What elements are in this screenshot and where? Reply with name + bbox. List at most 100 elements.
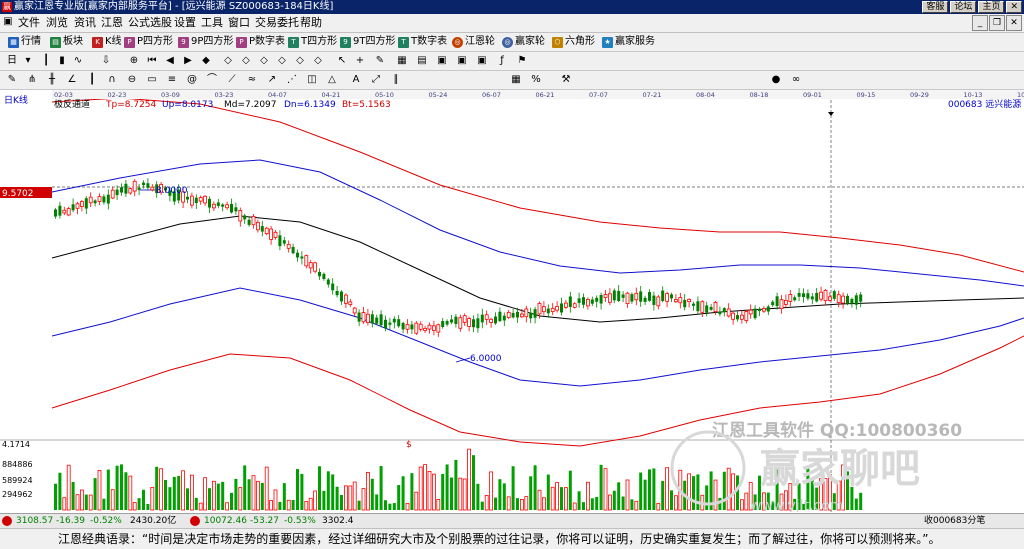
candle-body-up [506, 312, 511, 318]
angle-icon[interactable]: ∠ [66, 74, 78, 86]
table-icon[interactable]: ▦ [510, 74, 522, 86]
tb-kline[interactable]: K K线 [92, 35, 122, 49]
home-button[interactable]: 主页 [978, 1, 1005, 13]
tb-p-square[interactable]: P P四方形 [124, 35, 173, 49]
ruler-icon[interactable]: ┃ [86, 74, 98, 86]
cursor-icon[interactable]: ↖ [336, 55, 348, 67]
volume-bar-up [665, 467, 669, 511]
spiral-icon[interactable]: @ [186, 74, 198, 86]
channel-icon[interactable]: ╫ [46, 74, 58, 86]
close-icon[interactable]: ✕ [1006, 1, 1022, 13]
volume-bar-down [71, 481, 75, 510]
tb-hexagon[interactable]: ⬡ 六角形 [552, 35, 595, 49]
measure-icon[interactable]: ⤢ [370, 74, 382, 86]
menu-browse[interactable]: 浏览 [46, 16, 68, 30]
arc-icon[interactable]: ⌒ [206, 74, 218, 86]
volume-bar-up [225, 502, 230, 511]
yellow-diamond-4-icon[interactable]: ◇ [276, 55, 288, 67]
candle-icon[interactable]: ▮ [56, 55, 68, 67]
menu-tools[interactable]: 工具 [201, 16, 223, 30]
ellipse-icon[interactable]: ⊖ [126, 74, 138, 86]
yellow-diamond-1-icon[interactable]: ◇ [222, 55, 234, 67]
fx-icon[interactable]: ƒ [496, 55, 508, 67]
yellow-diamond-5-icon[interactable]: ◇ [294, 55, 306, 67]
menu-formula[interactable]: 公式选股 [128, 16, 172, 30]
line-icon[interactable]: ∿ [72, 55, 84, 67]
infinity-icon[interactable]: ∞ [790, 74, 802, 86]
zoom-icon[interactable]: ⊕ [128, 55, 140, 67]
volume-bar-up [555, 482, 559, 511]
tb-winner-wheel[interactable]: ◎ 赢家轮 [502, 35, 545, 49]
candle-body-up [625, 292, 630, 305]
fib-icon[interactable]: ≡ [166, 74, 178, 86]
candle-body-up [656, 296, 661, 307]
candle-body-up [414, 322, 419, 334]
parallel-icon[interactable]: ∥ [390, 74, 402, 86]
box-icon[interactable]: ▭ [146, 74, 158, 86]
menu-gann[interactable]: 江恩 [101, 16, 123, 30]
menu-info[interactable]: 资讯 [74, 16, 96, 30]
service-button[interactable]: 客服 [922, 1, 949, 13]
minimize-icon[interactable]: _ [972, 15, 988, 31]
forum-button[interactable]: 论坛 [950, 1, 977, 13]
chart-icon[interactable]: ▤ [416, 55, 428, 67]
menu-help[interactable]: 帮助 [300, 16, 322, 30]
print-icon[interactable]: ▣ [456, 55, 468, 67]
tool-icon[interactable]: ⚒ [560, 74, 572, 86]
edit-icon[interactable]: ✎ [6, 74, 18, 86]
volume-bar-down [322, 490, 326, 510]
speed-icon[interactable]: ⟋ [226, 74, 238, 86]
save-icon[interactable]: ▣ [436, 55, 448, 67]
menu-trade[interactable]: 交易委托 [255, 16, 299, 30]
restore-icon[interactable]: ❐ [989, 15, 1005, 31]
candle-body-down [692, 303, 695, 306]
export-icon[interactable]: ▣ [476, 55, 488, 67]
pen-icon[interactable]: ✎ [374, 55, 386, 67]
prev-icon[interactable]: ◀ [164, 55, 176, 67]
dropdown-icon[interactable]: ▾ [22, 55, 34, 67]
text-icon[interactable]: A [350, 74, 362, 86]
kline-chart[interactable]: 江恩工具软件 QQ:100800360 赢家聊吧 www.yjlt.com 日K… [0, 90, 1024, 514]
menu-settings[interactable]: 设置 [174, 16, 196, 30]
close-child-icon[interactable]: ✕ [1006, 15, 1022, 31]
bar-icon[interactable]: ┃ [40, 55, 52, 67]
percent-icon[interactable]: % [530, 74, 542, 86]
tb-t-numtable[interactable]: T T数字表 [398, 35, 447, 49]
kline-chart-svg[interactable]: 江恩工具软件 QQ:100800360 赢家聊吧 www.yjlt.com 日K… [0, 90, 1024, 514]
square-icon[interactable]: ◫ [306, 74, 318, 86]
wave-icon[interactable]: ≈ [246, 74, 258, 86]
first-icon[interactable]: ⏮ [146, 55, 158, 67]
arrow-down-icon[interactable]: ⇩ [100, 55, 112, 67]
tb-gann-wheel[interactable]: ◎ 江恩轮 [452, 35, 495, 49]
period-icon[interactable]: 日 [6, 55, 18, 67]
crosshair-icon[interactable]: + [354, 55, 366, 67]
menu-file[interactable]: 文件 [18, 16, 40, 30]
next-icon[interactable]: ▶ [182, 55, 194, 67]
tb-p-numtable[interactable]: P P数字表 [236, 35, 285, 49]
volume-bar-up [687, 473, 691, 511]
fan-icon[interactable]: ⋔ [26, 74, 38, 86]
yellow-diamond-6-icon[interactable]: ◇ [312, 55, 324, 67]
flag-icon[interactable]: ⚑ [516, 55, 528, 67]
app-menu-icon[interactable]: ▣ [2, 16, 14, 28]
menu-window[interactable]: 窗口 [228, 16, 250, 30]
volume-bar-up [414, 491, 419, 511]
cycle-icon[interactable]: ∩ [106, 74, 118, 86]
grid-icon[interactable]: ▦ [396, 55, 408, 67]
triangle-icon[interactable]: △ [326, 74, 338, 86]
tp-band-curve [51, 97, 1024, 273]
volume-bar-up [537, 489, 542, 511]
gannfan-icon[interactable]: ⋰ [286, 74, 298, 86]
tb-t-square[interactable]: T T四方形 [288, 35, 337, 49]
trend-icon[interactable]: ↗ [266, 74, 278, 86]
yellow-diamond-2-icon[interactable]: ◇ [240, 55, 252, 67]
candle-body-down [106, 194, 110, 204]
color-icon[interactable]: ● [770, 74, 782, 86]
tb-sector[interactable]: ▤ 板块 [50, 35, 83, 49]
tb-9t-square[interactable]: 9 9T四方形 [340, 35, 395, 49]
tb-9p-square[interactable]: 9 9P四方形 [178, 35, 233, 49]
red-diamond-icon[interactable]: ◆ [200, 55, 212, 67]
yellow-diamond-3-icon[interactable]: ◇ [258, 55, 270, 67]
tb-quote[interactable]: ▦ 行情 [8, 35, 41, 49]
tb-winner-service[interactable]: ★ 赢家服务 [602, 35, 655, 49]
